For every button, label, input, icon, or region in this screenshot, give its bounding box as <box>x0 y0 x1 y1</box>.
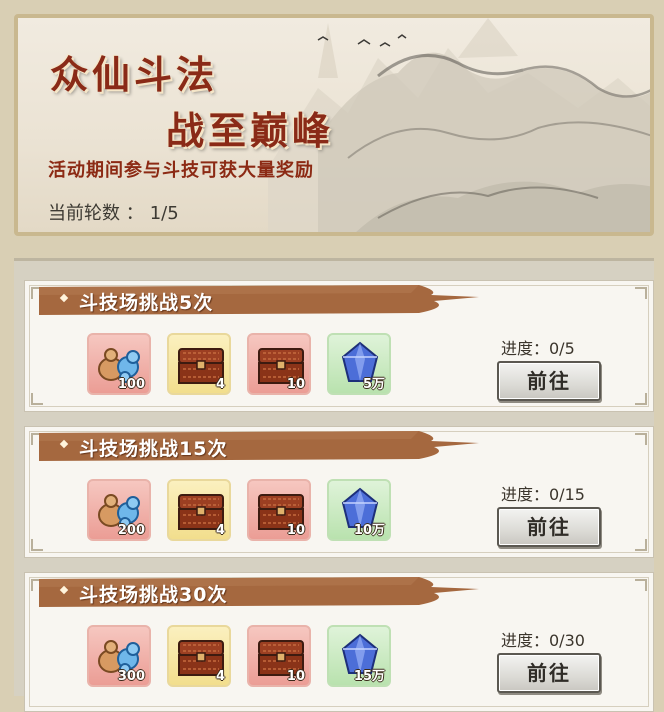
banner-title-line2: 战至巅峰 <box>166 108 335 153</box>
reward-slot[interactable]: 10万 <box>327 479 391 541</box>
task-card: 斗技场挑战15次 200 4 10 10万 进度：0/15 前往 <box>24 426 654 558</box>
task-card: 斗技场挑战30次 300 4 10 15万 进度：0/30 前往 <box>24 572 654 712</box>
reward-count: 100 <box>117 377 145 392</box>
reward-count: 10 <box>286 669 305 684</box>
reward-count: 10 <box>286 377 305 392</box>
task-title: 斗技场挑战5次 <box>79 292 214 314</box>
task-progress: 进度：0/30 <box>501 631 585 650</box>
current-round-value: 1/5 <box>149 203 179 224</box>
reward-count: 10 <box>286 523 305 538</box>
current-round: 当前轮数 ： 1/5 <box>48 199 179 225</box>
task-title: 斗技场挑战15次 <box>79 438 228 460</box>
goto-button[interactable]: 前往 <box>497 653 601 693</box>
reward-slot[interactable]: 4 <box>167 333 231 395</box>
current-round-label: 当前轮数 ： <box>48 203 144 224</box>
reward-slot[interactable]: 100 <box>87 333 151 395</box>
reward-count: 4 <box>215 523 225 538</box>
task-card: 斗技场挑战5次 100 4 10 5万 进度：0/5 前往 <box>24 280 654 412</box>
task-progress: 进度：0/5 <box>501 339 575 358</box>
reward-slot[interactable]: 4 <box>167 625 231 687</box>
reward-count: 300 <box>117 669 145 684</box>
reward-slot[interactable]: 10 <box>247 479 311 541</box>
reward-count: 4 <box>215 377 225 392</box>
reward-slot[interactable]: 200 <box>87 479 151 541</box>
task-header: 斗技场挑战5次 <box>39 285 479 315</box>
task-header: 斗技场挑战30次 <box>39 577 479 607</box>
reward-slot[interactable]: 10 <box>247 625 311 687</box>
reward-count: 4 <box>215 669 225 684</box>
reward-count: 200 <box>117 523 145 538</box>
reward-count: 5万 <box>362 377 385 392</box>
goto-button[interactable]: 前往 <box>497 507 601 547</box>
reward-slot[interactable]: 10 <box>247 333 311 395</box>
reward-slot[interactable]: 300 <box>87 625 151 687</box>
event-banner: 众仙斗法 战至巅峰 活动期间参与斗技可获大量奖励 当前轮数 ： 1/5 <box>14 14 654 236</box>
reward-count: 10万 <box>353 523 385 538</box>
task-progress: 进度：0/15 <box>501 485 585 504</box>
goto-button[interactable]: 前往 <box>497 361 601 401</box>
task-title: 斗技场挑战30次 <box>79 584 228 606</box>
task-header: 斗技场挑战15次 <box>39 431 479 461</box>
reward-count: 15万 <box>353 669 385 684</box>
banner-subtitle: 活动期间参与斗技可获大量奖励 <box>48 160 314 181</box>
reward-slot[interactable]: 5万 <box>327 333 391 395</box>
reward-slot[interactable]: 4 <box>167 479 231 541</box>
banner-title-line1: 众仙斗法 <box>50 52 219 97</box>
reward-slot[interactable]: 15万 <box>327 625 391 687</box>
